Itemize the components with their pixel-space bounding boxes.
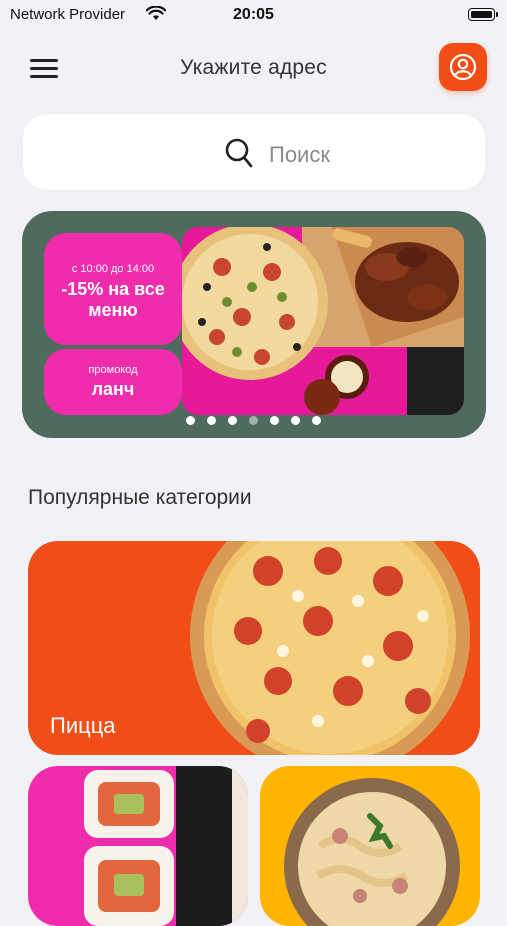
carousel-dot[interactable] [207, 416, 216, 425]
promo-code-label: промокод [88, 364, 138, 376]
search-icon [225, 138, 253, 168]
category-card-sushi[interactable] [28, 766, 248, 926]
sushi-image [84, 766, 248, 926]
promo-code-value: ланч [91, 379, 135, 399]
promo-offer-text: -15% на все меню [61, 279, 165, 320]
carousel-dot[interactable] [186, 416, 195, 425]
carousel-dot-active[interactable] [249, 416, 258, 425]
promo-time-range: с 10:00 до 14:00 [71, 263, 155, 275]
category-card-pasta[interactable] [260, 766, 480, 926]
promo-code-pill: промокод ланч [44, 349, 182, 415]
section-title: Популярные категории [28, 486, 252, 509]
carousel-dot[interactable] [291, 416, 300, 425]
carousel-dot[interactable] [312, 416, 321, 425]
category-label-pizza: Пицца [50, 713, 116, 738]
carousel-dot[interactable] [270, 416, 279, 425]
category-card-pizza[interactable]: Пицца [28, 541, 480, 755]
search-input[interactable]: Поиск [23, 114, 485, 190]
promo-offer-pill: с 10:00 до 14:00 -15% на все меню [44, 233, 182, 345]
carousel-dot[interactable] [228, 416, 237, 425]
status-bar: Network Provider 20:05 [0, 0, 507, 32]
pasta-image [284, 778, 460, 926]
promo-food-image [182, 227, 464, 415]
address-title[interactable]: Укажите адрес [0, 56, 507, 80]
search-placeholder: Поиск [269, 142, 330, 167]
user-profile-icon [449, 53, 477, 81]
profile-button[interactable] [439, 43, 487, 91]
battery-icon [468, 8, 498, 21]
promo-banner[interactable]: с 10:00 до 14:00 -15% на все меню промок… [22, 211, 486, 438]
clock: 20:05 [233, 6, 274, 23]
